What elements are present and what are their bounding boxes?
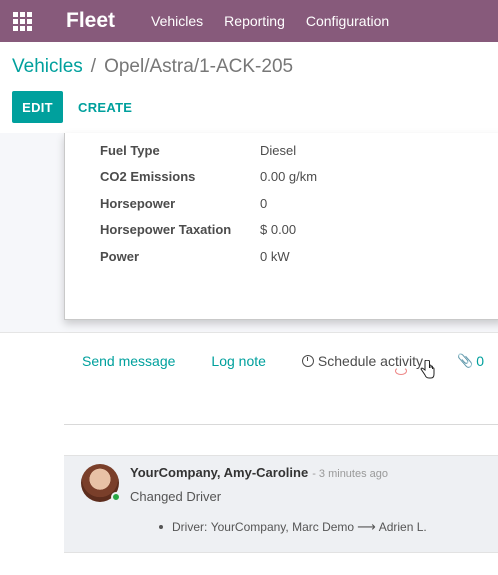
breadcrumb-current: Opel/Astra/1-ACK-205 <box>104 56 294 77</box>
attachments-count: 0 <box>476 353 484 369</box>
field-value[interactable]: 0 kW <box>260 249 290 264</box>
menu-configuration[interactable]: Configuration <box>306 13 389 29</box>
app-brand[interactable]: Fleet <box>66 9 115 33</box>
apps-grid-icon <box>12 11 32 31</box>
bullet-icon <box>159 525 163 529</box>
schedule-activity-button[interactable]: Schedule activity <box>301 353 423 369</box>
field-horsepower: Horsepower 0 <box>100 196 267 211</box>
hand-cursor-icon <box>420 360 435 379</box>
author-name[interactable]: YourCompany, Amy-Caroline <box>130 465 308 480</box>
top-navbar: Fleet Vehicles Reporting Configuration <box>0 0 498 42</box>
tracking-new-value: Adrien L. <box>378 520 427 534</box>
field-co2-emissions: CO2 Emissions 0.00 g/km <box>100 169 317 184</box>
log-note-button[interactable]: Log note <box>211 353 266 369</box>
field-label: Fuel Type <box>100 143 160 158</box>
field-label: Horsepower <box>100 196 176 211</box>
message-subtype: Changed Driver <box>130 489 222 504</box>
field-label: CO2 Emissions <box>100 169 196 184</box>
schedule-activity-label: Schedule activity <box>317 353 423 369</box>
field-value[interactable]: $ 0.00 <box>260 222 296 237</box>
field-label: Power <box>100 249 140 264</box>
clock-icon <box>301 355 314 367</box>
app-switcher-button[interactable] <box>0 0 44 42</box>
paperclip-icon: 📎 <box>457 353 474 368</box>
menu-reporting[interactable]: Reporting <box>224 13 285 29</box>
chatter-message: YourCompany, Amy-Caroline - 3 minutes ago… <box>64 455 498 553</box>
arrow-icon: ⟶ <box>357 519 376 534</box>
message-author: YourCompany, Amy-Caroline - 3 minutes ago <box>130 465 388 480</box>
tracking-field: Driver: <box>172 520 208 534</box>
breadcrumb-separator: / <box>90 56 97 77</box>
send-message-button[interactable]: Send message <box>82 353 175 369</box>
field-value[interactable]: Diesel <box>260 143 296 158</box>
tracking-value: Driver: YourCompany, Marc Demo ⟶ Adrien … <box>159 519 427 535</box>
chatter-divider <box>64 424 498 425</box>
attachments-button[interactable]: 📎 0 <box>457 353 484 369</box>
form-sheet: Fuel Type Diesel CO2 Emissions 0.00 g/km… <box>64 133 498 320</box>
breadcrumb-vehicles-link[interactable]: Vehicles <box>12 56 83 78</box>
field-power: Power 0 kW <box>100 249 290 264</box>
field-horsepower-taxation: Horsepower Taxation $ 0.00 <box>100 222 296 237</box>
online-status-icon <box>111 492 121 502</box>
menu-vehicles[interactable]: Vehicles <box>151 13 203 29</box>
message-time: - 3 minutes ago <box>312 468 389 480</box>
field-value[interactable]: 0.00 g/km <box>260 169 317 184</box>
click-indicator <box>395 367 407 375</box>
breadcrumb: Vehicles / Opel/Astra/1-ACK-205 <box>12 56 293 78</box>
edit-button[interactable]: EDIT <box>12 91 63 123</box>
chatter-toolbar: Send message Log note Schedule activity <box>82 353 423 369</box>
field-label: Horsepower Taxation <box>100 222 232 237</box>
create-button[interactable]: CREATE <box>78 91 132 123</box>
tracking-old-value: YourCompany, Marc Demo <box>210 520 355 534</box>
field-fuel-type: Fuel Type Diesel <box>100 143 296 158</box>
field-value[interactable]: 0 <box>260 196 267 211</box>
